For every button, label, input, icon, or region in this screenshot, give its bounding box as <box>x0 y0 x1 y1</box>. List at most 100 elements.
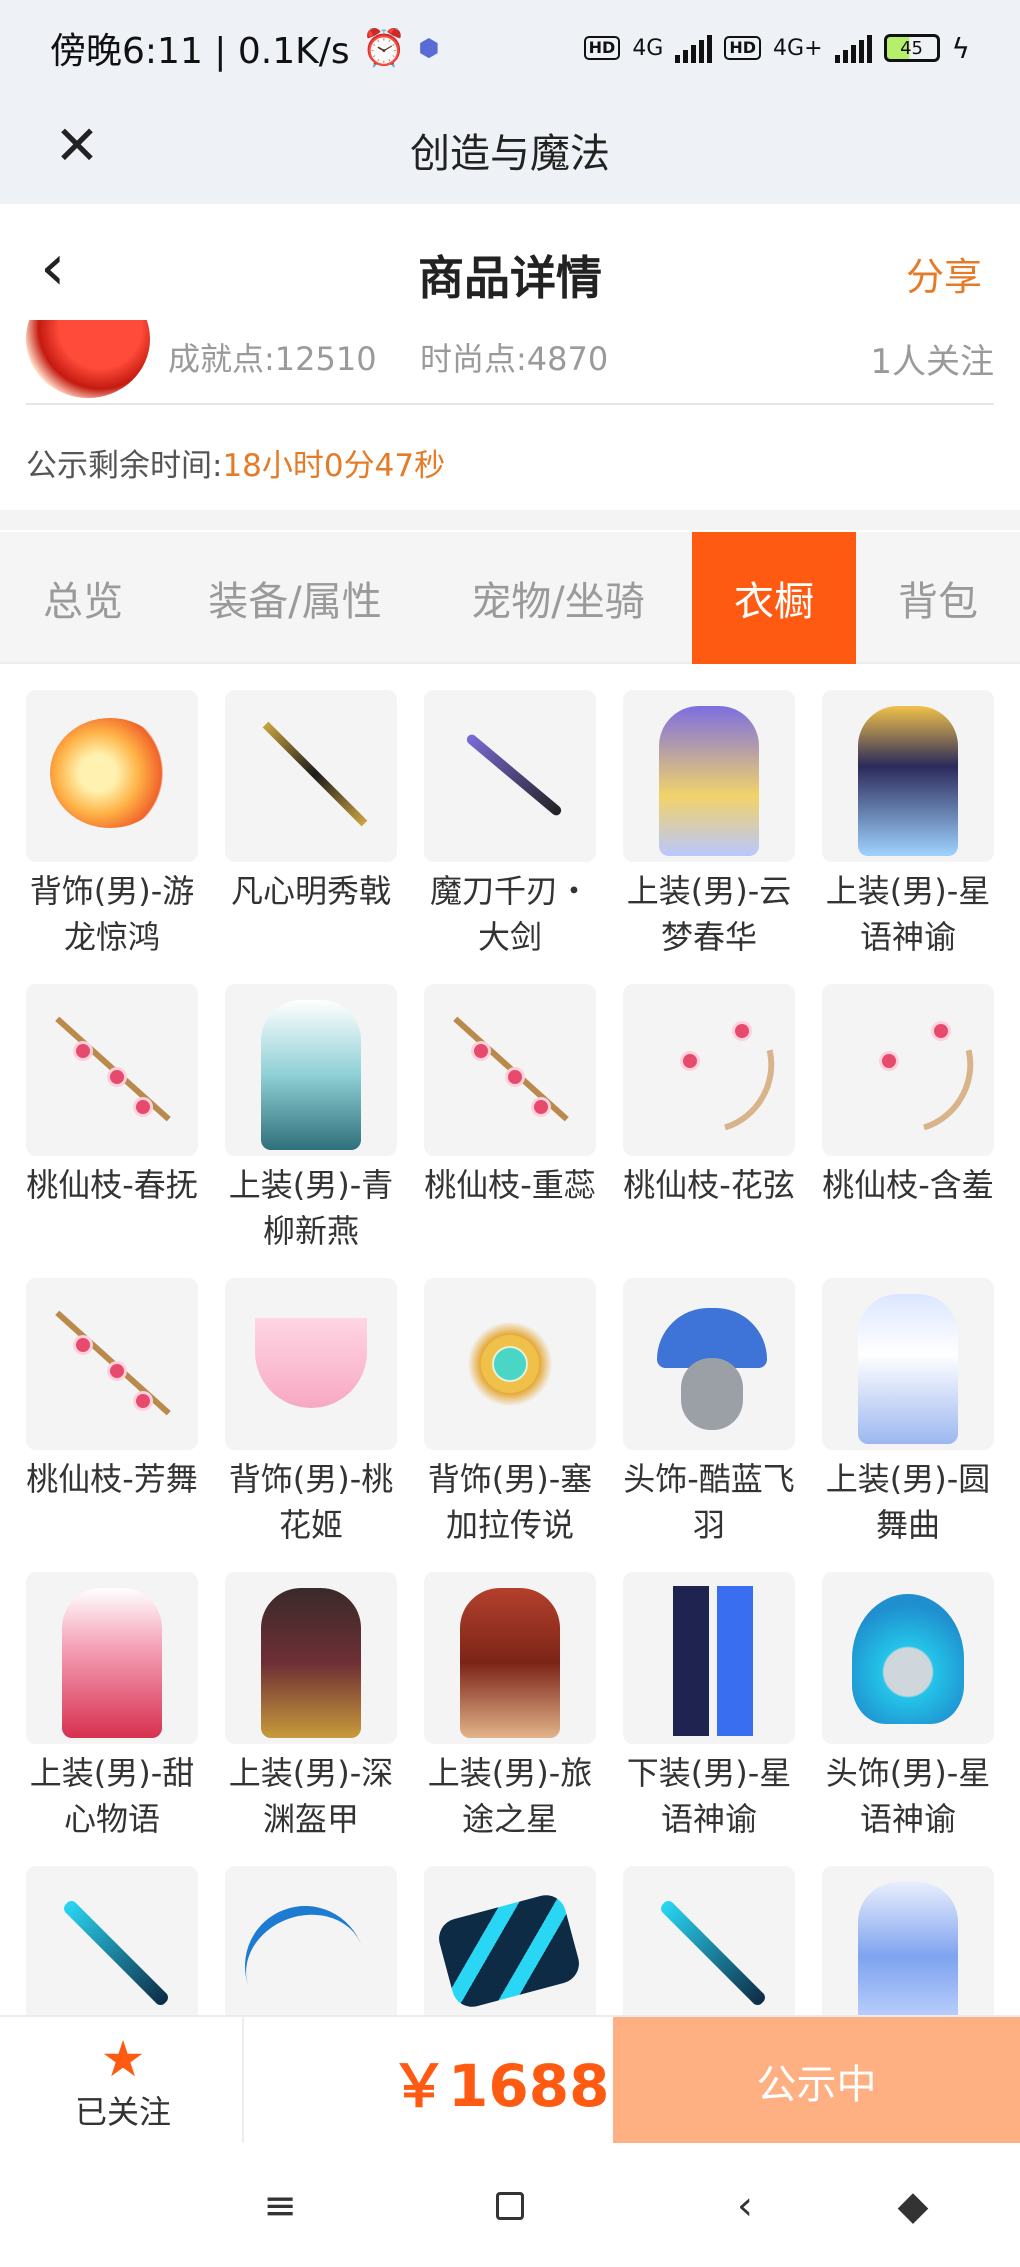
wardrobe-item[interactable] <box>822 1866 994 2015</box>
status-right: HD 4G HD 4G+ 45 ϟ <box>583 32 970 65</box>
item-thumbnail[interactable] <box>424 1572 596 1744</box>
item-thumbnail[interactable] <box>225 1572 397 1744</box>
wardrobe-item[interactable]: 上装(男)-圆舞曲 <box>822 1278 994 1572</box>
avatar[interactable] <box>26 320 150 398</box>
item-thumbnail[interactable] <box>26 1572 198 1744</box>
tab-backpack[interactable]: 背包 <box>856 532 1020 664</box>
wardrobe-item[interactable]: 背饰(男)-塞加拉传说 <box>424 1278 596 1572</box>
share-button[interactable]: 分享 <box>906 246 982 301</box>
achievement-points: 成就点:12510 <box>168 340 377 378</box>
follower-count: 1人关注 <box>870 342 994 382</box>
item-name: 背饰(男)-游龙惊鸿 <box>29 872 195 956</box>
section-gap <box>0 510 1020 530</box>
signal-icon-2 <box>834 33 872 63</box>
star-icon: ★ <box>100 2030 146 2088</box>
item-name: 桃仙枝-含羞 <box>822 1166 994 1204</box>
wardrobe-item[interactable] <box>225 1866 397 2015</box>
alarm-icon: ⏰ <box>361 28 407 69</box>
home-square-icon[interactable] <box>485 2181 535 2231</box>
status-bar: 傍晚6:11 | 0.1K/s ⏰ ⬢ HD 4G HD 4G+ 45 ϟ <box>0 0 1020 96</box>
item-thumbnail[interactable] <box>424 984 596 1156</box>
tab-overview[interactable]: 总览 <box>0 532 166 664</box>
wardrobe-item[interactable] <box>623 1866 795 2015</box>
wardrobe-item[interactable]: 桃仙枝-重蕊 <box>424 984 596 1278</box>
publicity-time: 18小时0分47秒 <box>222 448 446 484</box>
item-thumbnail[interactable] <box>225 1278 397 1450</box>
wardrobe-item[interactable]: 上装(男)-深渊盔甲 <box>225 1572 397 1866</box>
item-thumbnail[interactable] <box>623 1866 795 2015</box>
item-name: 桃仙枝-春抚 <box>26 1166 198 1204</box>
wardrobe-item[interactable]: 上装(男)-青柳新燕 <box>225 984 397 1278</box>
item-name: 上装(男)-青柳新燕 <box>228 1166 394 1250</box>
item-thumbnail[interactable] <box>623 984 795 1156</box>
publicity-label: 公示剩余时间: <box>26 448 223 484</box>
wardrobe-item[interactable]: 魔刀千刃・大剑 <box>424 690 596 984</box>
item-thumbnail[interactable] <box>225 690 397 862</box>
wardrobe-item[interactable]: 头饰(男)-星语神谕 <box>822 1572 994 1866</box>
network-type-1: 4G <box>632 35 664 61</box>
assistant-icon[interactable]: ◆ <box>888 2181 938 2231</box>
item-thumbnail[interactable] <box>623 1572 795 1744</box>
wardrobe-item[interactable]: 头饰-酷蓝飞羽 <box>623 1278 795 1572</box>
item-thumbnail[interactable] <box>424 1278 596 1450</box>
item-thumbnail[interactable] <box>822 690 994 862</box>
tab-pets-mounts[interactable]: 宠物/坐骑 <box>424 532 692 664</box>
item-thumbnail[interactable] <box>26 1866 198 2015</box>
tab-wardrobe[interactable]: 衣橱 <box>692 532 856 664</box>
back-triangle-icon[interactable]: ‹ <box>720 2181 770 2231</box>
item-thumbnail[interactable] <box>424 1866 596 2015</box>
close-icon[interactable]: ✕ <box>52 116 102 176</box>
item-name: 下装(男)-星语神谕 <box>626 1754 792 1838</box>
seller-info: 成就点:12510 时尚点:4870 1人关注 <box>0 320 1020 412</box>
favorite-button[interactable]: ★ 已关注 <box>48 2031 198 2141</box>
wardrobe-item[interactable]: 背饰(男)-游龙惊鸿 <box>26 690 198 984</box>
item-thumbnail[interactable] <box>225 1866 397 2015</box>
page-header: ‹ 商品详情 分享 <box>0 204 1020 334</box>
wardrobe-item[interactable]: 桃仙枝-春抚 <box>26 984 198 1278</box>
wardrobe-item[interactable]: 上装(男)-云梦春华 <box>623 690 795 984</box>
item-name: 上装(男)-云梦春华 <box>626 872 792 956</box>
wardrobe-item[interactable] <box>26 1866 198 2015</box>
fashion-points: 时尚点:4870 <box>420 340 609 378</box>
item-thumbnail[interactable] <box>225 984 397 1156</box>
app-bar: ✕ 创造与魔法 <box>0 96 1020 204</box>
item-thumbnail[interactable] <box>822 1572 994 1744</box>
item-thumbnail[interactable] <box>623 1278 795 1450</box>
wardrobe-item[interactable] <box>424 1866 596 2015</box>
item-name: 头饰(男)-星语神谕 <box>825 1754 991 1838</box>
tab-equipment[interactable]: 装备/属性 <box>166 532 424 664</box>
publicity-status-button[interactable]: 公示中 <box>613 2017 1020 2145</box>
divider <box>242 2017 244 2145</box>
battery-icon: 45 <box>883 34 940 62</box>
item-name: 桃仙枝-重蕊 <box>424 1166 596 1204</box>
item-thumbnail[interactable] <box>822 984 994 1156</box>
item-thumbnail[interactable] <box>26 690 198 862</box>
item-thumbnail[interactable] <box>623 690 795 862</box>
menu-icon[interactable]: ≡ <box>255 2181 305 2231</box>
wardrobe-item[interactable]: 桃仙枝-花弦 <box>623 984 795 1278</box>
item-thumbnail[interactable] <box>26 984 198 1156</box>
price: ￥1688 <box>390 2052 610 2120</box>
item-thumbnail[interactable] <box>26 1278 198 1450</box>
item-name: 背饰(男)-塞加拉传说 <box>427 1460 593 1544</box>
wardrobe-item[interactable]: 桃仙枝-芳舞 <box>26 1278 198 1572</box>
item-name: 上装(男)-甜心物语 <box>29 1754 195 1838</box>
wardrobe-item[interactable]: 凡心明秀戟 <box>225 690 397 984</box>
item-name: 上装(男)-旅途之星 <box>427 1754 593 1838</box>
wardrobe-item[interactable]: 上装(男)-甜心物语 <box>26 1572 198 1866</box>
wardrobe-item[interactable]: 下装(男)-星语神谕 <box>623 1572 795 1866</box>
wardrobe-item[interactable]: 背饰(男)-桃花姬 <box>225 1278 397 1572</box>
status-left: 傍晚6:11 | 0.1K/s ⏰ ⬢ <box>50 22 439 74</box>
item-name: 魔刀千刃・大剑 <box>429 872 590 956</box>
item-thumbnail[interactable] <box>822 1866 994 2015</box>
item-name: 凡心明秀戟 <box>230 872 391 910</box>
item-thumbnail[interactable] <box>424 690 596 862</box>
item-name: 桃仙枝-芳舞 <box>26 1460 198 1498</box>
item-name: 桃仙枝-花弦 <box>623 1166 795 1204</box>
app-notification-icon: ⬢ <box>418 34 440 62</box>
wardrobe-item[interactable]: 上装(男)-旅途之星 <box>424 1572 596 1866</box>
wardrobe-item[interactable]: 桃仙枝-含羞 <box>822 984 994 1278</box>
wardrobe-item[interactable]: 上装(男)-星语神谕 <box>822 690 994 984</box>
divider <box>26 403 994 405</box>
item-thumbnail[interactable] <box>822 1278 994 1450</box>
